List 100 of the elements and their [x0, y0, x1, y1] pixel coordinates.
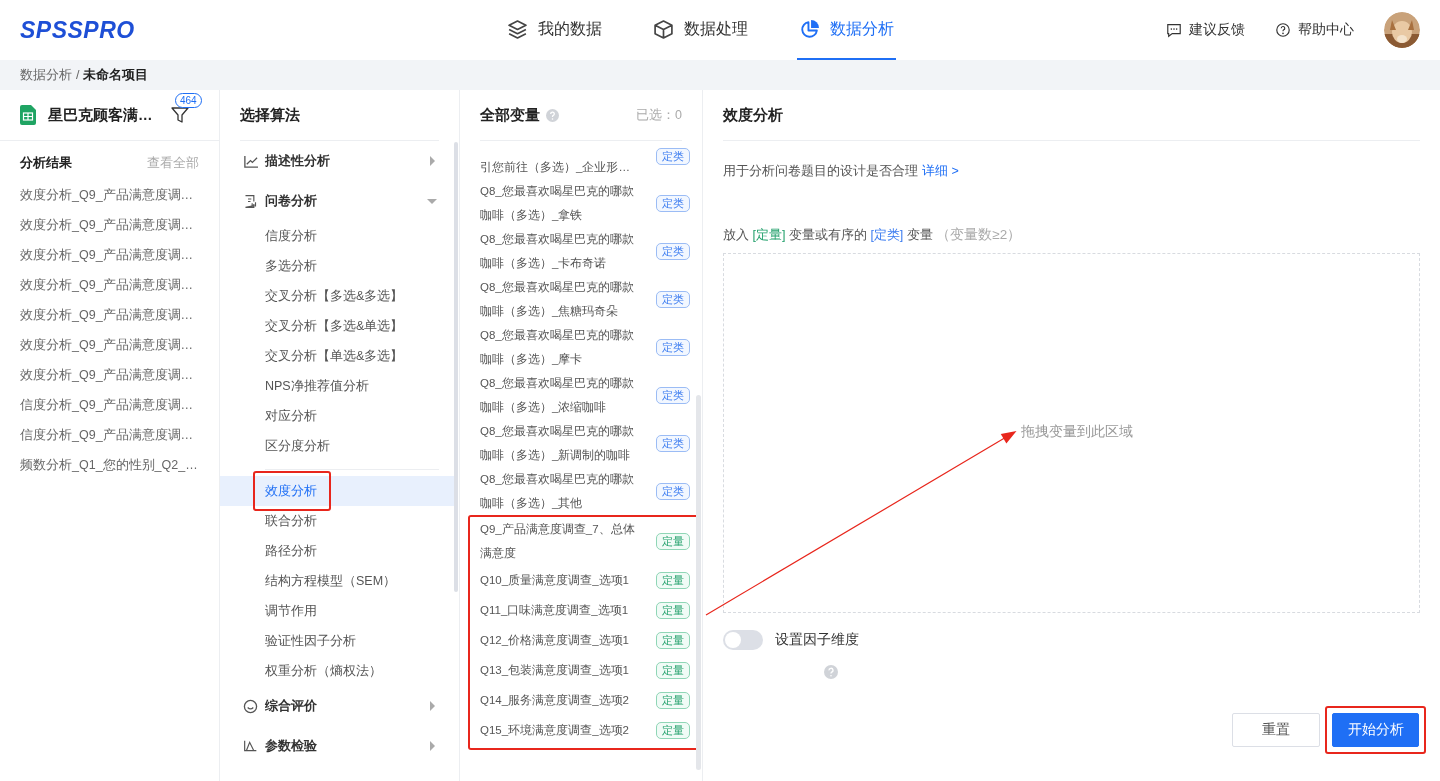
- panel-title: 效度分析: [723, 90, 1420, 141]
- breadcrumb-item[interactable]: 数据分析: [20, 66, 72, 84]
- variable-name: Q8_您最喜欢喝星巴克的哪款: [480, 424, 634, 439]
- result-item[interactable]: 信度分析_Q9_产品满意度调…: [0, 420, 219, 450]
- start-button[interactable]: 开始分析: [1332, 713, 1419, 747]
- variable-item[interactable]: Q8_您最喜欢喝星巴克的哪款 咖啡（多选）_其他 定类: [468, 467, 700, 515]
- file-name: 星巴克顾客满…: [48, 105, 154, 125]
- variable-name: Q15_环境满意度调查_选项2: [480, 723, 629, 738]
- spreadsheet-icon: [20, 105, 36, 125]
- filter-icon[interactable]: [171, 106, 189, 124]
- type-tag: 定类: [656, 148, 690, 165]
- nav-tab[interactable]: 数据处理: [650, 0, 750, 60]
- distribution-icon: [243, 738, 258, 754]
- variable-name: Q8_您最喜欢喝星巴克的哪款: [480, 184, 634, 199]
- algorithm-item[interactable]: 多选分析: [220, 251, 459, 281]
- caret-right-icon: [427, 701, 437, 711]
- variable-name: 咖啡（多选）_焦糖玛奇朵: [480, 304, 619, 319]
- header-link[interactable]: 帮助中心: [1275, 21, 1354, 39]
- toggle-label: 设置因子维度: [775, 631, 859, 649]
- caret-down-icon: [427, 196, 437, 206]
- result-item[interactable]: 效度分析_Q9_产品满意度调…: [0, 180, 219, 210]
- panel-title: 全部变量: [480, 105, 540, 125]
- avatar[interactable]: [1384, 12, 1420, 48]
- variable-item[interactable]: Q8_您最喜欢喝星巴克的哪款 咖啡（多选）_摩卡 定类: [468, 323, 700, 371]
- algorithm-item[interactable]: 效度分析: [220, 476, 455, 506]
- help-icon: [546, 108, 559, 122]
- variable-item[interactable]: Q8_您最喜欢喝星巴克的哪款 咖啡（多选）_新调制的咖啡 定类: [468, 419, 700, 467]
- result-item[interactable]: 效度分析_Q9_产品满意度调…: [0, 330, 219, 360]
- type-tag: 定类: [656, 482, 690, 500]
- type-tag: 定类: [656, 338, 690, 356]
- algorithm-item[interactable]: NPS净推荐值分析: [220, 371, 459, 401]
- variable-name: Q13_包装满意度调查_选项1: [480, 663, 629, 678]
- variable-name: Q9_产品满意度调查_7、总体: [480, 522, 635, 537]
- category-item[interactable]: 综合评价: [220, 686, 459, 726]
- result-item[interactable]: 效度分析_Q9_产品满意度调…: [0, 240, 219, 270]
- variable-name: Q12_价格满意度调查_选项1: [480, 633, 629, 648]
- variable-name: 咖啡（多选）_拿铁: [480, 208, 583, 223]
- variable-item[interactable]: Q8_您最喜欢喝星巴克的哪款 咖啡（多选）_拿铁 定类: [468, 179, 700, 227]
- variable-name: Q11_口味满意度调查_选项1: [480, 603, 629, 618]
- variable-name: 满意度: [480, 546, 516, 561]
- category-item[interactable]: 问卷分析: [220, 181, 459, 221]
- variable-name: Q10_质量满意度调查_选项1: [480, 573, 629, 588]
- header-link[interactable]: 建议反馈: [1166, 21, 1245, 39]
- result-item[interactable]: 信度分析_Q9_产品满意度调…: [0, 390, 219, 420]
- drop-hint: 拖拽变量到此区域: [1020, 423, 1133, 441]
- algorithm-item[interactable]: 信度分析: [220, 221, 459, 251]
- algorithm-item[interactable]: 交叉分析【多选&多选】: [220, 281, 459, 311]
- reset-button[interactable]: 重置: [1232, 713, 1320, 747]
- breadcrumb-separator: /: [76, 68, 80, 82]
- chat-icon: [1166, 22, 1182, 38]
- result-item[interactable]: 频数分析_Q1_您的性别_Q2_…: [0, 450, 219, 480]
- variable-item[interactable]: Q8_您最喜欢喝星巴克的哪款 咖啡（多选）_浓缩咖啡 定类: [468, 371, 700, 419]
- type-tag: 定类: [656, 194, 690, 212]
- algorithm-item[interactable]: 对应分析: [220, 401, 459, 431]
- cube-icon: [652, 18, 674, 40]
- variable-name: Q8_您最喜欢喝星巴克的哪款: [480, 232, 634, 247]
- type-tag: 定量: [656, 631, 690, 649]
- variable-name: Q8_您最喜欢喝星巴克的哪款: [480, 328, 634, 343]
- variable-item[interactable]: Q8_您最喜欢喝星巴克的哪款 咖啡（多选）_焦糖玛奇朵 定类: [468, 275, 700, 323]
- result-item[interactable]: 效度分析_Q9_产品满意度调…: [0, 270, 219, 300]
- category-item[interactable]: 参数检验: [220, 726, 459, 766]
- breadcrumb-item: 未命名项目: [83, 66, 149, 84]
- selected-count: 已选：0: [636, 107, 682, 124]
- algorithm-item[interactable]: 验证性因子分析: [220, 626, 459, 656]
- type-tag: 定量: [656, 721, 690, 739]
- instruction-text: 放入 [定量] 变量或有序的 [定类] 变量 （变量数≥2）: [723, 226, 1023, 244]
- algorithm-item[interactable]: 结构方程模型（SEM）: [220, 566, 459, 596]
- result-item[interactable]: 效度分析_Q9_产品满意度调…: [0, 360, 219, 390]
- variable-name: Q8_您最喜欢喝星巴克的哪款: [480, 472, 634, 487]
- algorithm-item[interactable]: 区分度分析: [220, 431, 459, 461]
- nav-tab[interactable]: 我的数据: [504, 0, 604, 60]
- toggle-switch[interactable]: [723, 630, 763, 650]
- help-icon: [824, 665, 838, 679]
- type-tag: 定量: [656, 532, 690, 550]
- variable-name: 咖啡（多选）_卡布奇诺: [480, 256, 607, 271]
- algorithm-item[interactable]: 调节作用: [220, 596, 459, 626]
- variable-item[interactable]: Q8_您最喜欢喝星巴克的哪款 咖啡（多选）_卡布奇诺 定类: [468, 227, 700, 275]
- algorithm-item[interactable]: 交叉分析【多选&单选】: [220, 311, 459, 341]
- type-tag: 定量: [656, 571, 690, 589]
- panel-title: 选择算法: [240, 90, 439, 141]
- result-item[interactable]: 效度分析_Q9_产品满意度调…: [0, 300, 219, 330]
- logo[interactable]: SPSSPRO: [20, 16, 135, 44]
- caret-right-icon: [427, 156, 437, 166]
- algorithm-item[interactable]: 交叉分析【单选&多选】: [220, 341, 459, 371]
- algorithm-item[interactable]: 权重分析（熵权法）: [220, 656, 459, 686]
- type-tag: 定量: [656, 601, 690, 619]
- algorithm-item[interactable]: 路径分析: [220, 536, 459, 566]
- algorithm-item[interactable]: 联合分析: [220, 506, 459, 536]
- type-tag: 定类: [656, 242, 690, 260]
- category-item[interactable]: 描述性分析: [220, 141, 459, 181]
- section-title: 分析结果: [20, 154, 72, 172]
- smile-icon: [243, 698, 258, 714]
- detail-link[interactable]: 详细 >: [922, 163, 959, 180]
- variable-name: 咖啡（多选）_浓缩咖啡: [480, 400, 607, 415]
- type-tag: 定类: [656, 386, 690, 404]
- result-item[interactable]: 效度分析_Q9_产品满意度调…: [0, 210, 219, 240]
- line-chart-icon: [243, 153, 258, 169]
- variable-item[interactable]: 引您前往（多选）_企业形… 定类: [468, 141, 700, 179]
- type-tag: 定量: [656, 691, 690, 709]
- layers-icon: [506, 18, 528, 40]
